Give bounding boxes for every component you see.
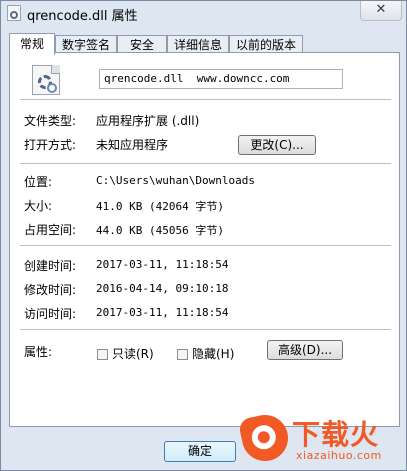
readonly-checkbox-label: 只读(R): [112, 347, 154, 361]
tab-previous-versions[interactable]: 以前的版本: [229, 35, 303, 53]
size-on-disk-label: 占用空间:: [24, 223, 77, 237]
readonly-checkbox[interactable]: 只读(R): [97, 345, 154, 361]
close-button[interactable]: ✕: [360, 1, 402, 21]
advanced-button[interactable]: 高级(D)...: [267, 340, 343, 360]
general-panel: qrencode.dll www.downcc.com 文件类型: 应用程序扩展…: [9, 52, 400, 427]
tab-details[interactable]: 详细信息: [167, 35, 229, 53]
change-button[interactable]: 更改(C)...: [238, 135, 316, 155]
file-type-value: 应用程序扩展 (.dll): [96, 114, 200, 128]
size-on-disk-value: 44.0 KB (45056 字节): [96, 224, 224, 237]
modified-value: 2016-04-14, 09:10:18: [96, 282, 229, 295]
size-label: 大小:: [24, 199, 53, 213]
size-value: 41.0 KB (42064 字节): [96, 200, 224, 213]
location-value: C:\Users\wuhan\Downloads: [96, 174, 255, 187]
readonly-checkbox-box[interactable]: [97, 349, 108, 360]
dll-file-icon: [32, 65, 60, 95]
separator: [20, 329, 391, 330]
opens-with-label: 打开方式:: [24, 138, 77, 152]
ok-button[interactable]: 确定: [164, 441, 236, 462]
accessed-label: 访问时间:: [24, 307, 77, 321]
accessed-value: 2017-03-11, 11:18:54: [96, 306, 229, 319]
dll-file-icon: [7, 5, 21, 21]
hidden-checkbox[interactable]: 隐藏(H): [177, 345, 234, 361]
created-value: 2017-03-11, 11:18:54: [96, 258, 229, 271]
tab-security[interactable]: 安全: [117, 35, 167, 53]
watermark: 下载火 xiazaihuo.com: [237, 410, 406, 469]
watermark-domain: xiazaihuo.com: [296, 449, 382, 462]
tab-digital-signatures[interactable]: 数字签名: [55, 35, 117, 53]
file-type-label: 文件类型:: [24, 114, 77, 128]
flame-logo-icon: [237, 410, 293, 466]
separator: [20, 99, 391, 100]
window-title: qrencode.dll 属性: [27, 9, 138, 24]
watermark-brand: 下载火: [292, 418, 380, 451]
hidden-checkbox-box[interactable]: [177, 349, 188, 360]
tab-general[interactable]: 常规: [9, 33, 55, 55]
created-label: 创建时间:: [24, 259, 77, 273]
hidden-checkbox-label: 隐藏(H): [192, 347, 235, 361]
properties-window: qrencode.dll 属性 ✕ 常规 数字签名 安全 详细信息 以前的版本 …: [0, 0, 407, 471]
title-bar[interactable]: qrencode.dll 属性 ✕: [1, 1, 406, 25]
location-label: 位置:: [24, 175, 53, 189]
separator: [20, 245, 391, 246]
file-name-field[interactable]: qrencode.dll www.downcc.com: [99, 69, 343, 89]
opens-with-value: 未知应用程序: [96, 138, 169, 152]
modified-label: 修改时间:: [24, 283, 77, 297]
attributes-label: 属性:: [24, 345, 53, 359]
separator: [20, 163, 391, 164]
